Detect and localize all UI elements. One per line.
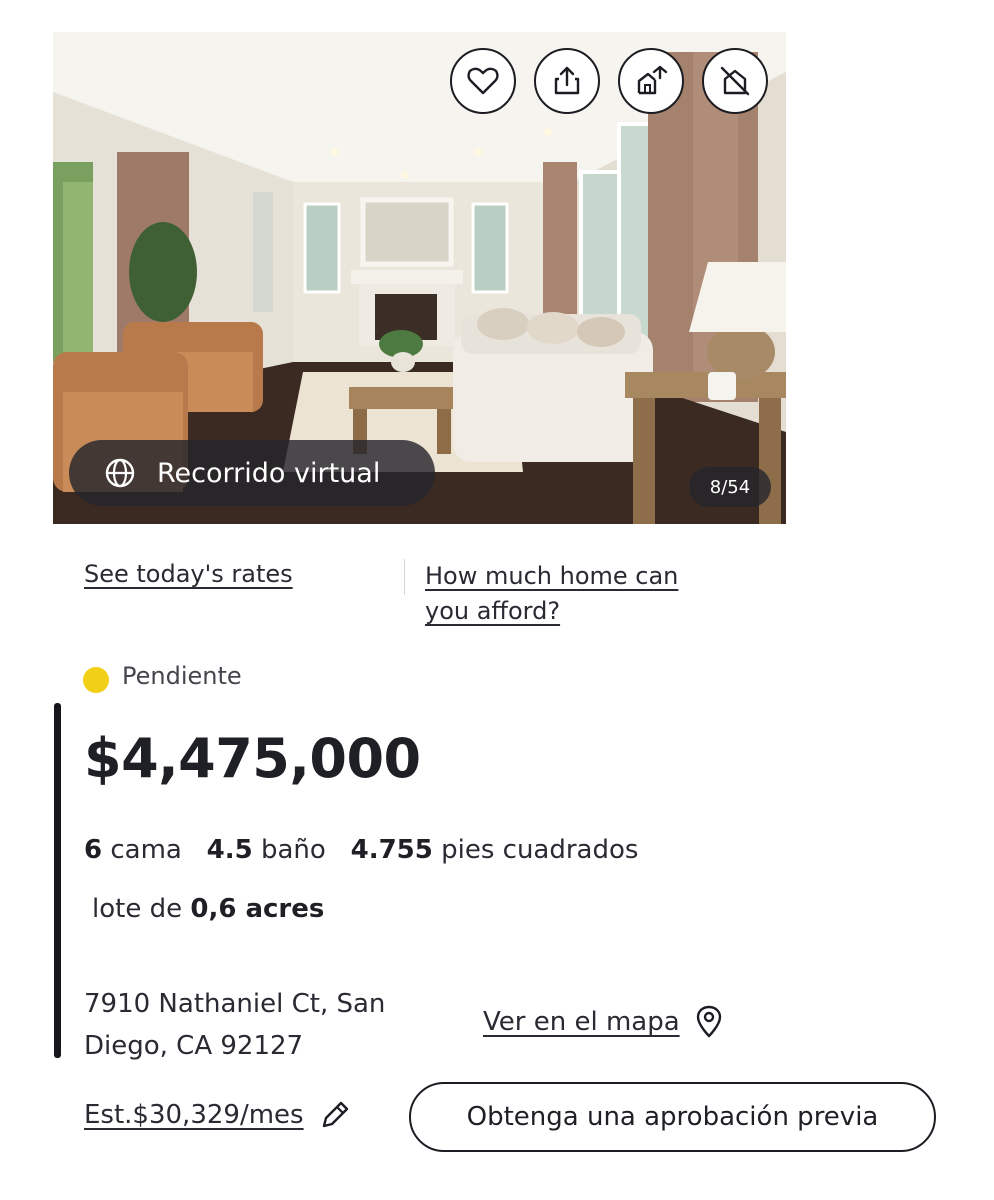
beds-label: cama (110, 835, 182, 865)
photo-counter: 8/54 (689, 467, 771, 507)
baths-value: 4.5 (206, 835, 253, 865)
affordability-link[interactable]: How much home can you afford? (425, 559, 678, 629)
pencil-icon (322, 1101, 348, 1128)
heart-icon (467, 67, 499, 95)
listing-address: 7910 Nathaniel Ct, San Diego, CA 92127 (84, 983, 434, 1067)
share-icon (554, 66, 580, 95)
highlight-bar (54, 703, 61, 1058)
lot-value: 0,6 acres (190, 894, 325, 924)
home-swap-icon (637, 65, 668, 95)
compare-home-button[interactable] (618, 48, 684, 114)
virtual-tour-button[interactable]: Recorrido virtual (69, 440, 435, 506)
affordability-link-line1: How much home can (425, 562, 679, 590)
address-line1: 7910 Nathaniel Ct, San (84, 989, 386, 1019)
map-pin-icon (696, 1005, 721, 1038)
todays-rates-link[interactable]: See today's rates (84, 560, 293, 588)
favorite-button[interactable] (450, 48, 516, 114)
sqft-label: pies cuadrados (441, 835, 639, 865)
get-preapproved-button[interactable]: Obtenga una aprobación previa (409, 1082, 936, 1152)
share-button[interactable] (534, 48, 600, 114)
listing-photo[interactable]: Recorrido virtual 8/54 (53, 32, 786, 524)
home-facts: 6 cama 4.5 baño 4.755 pies cuadrados (84, 835, 638, 865)
lot-prefix: lote de (92, 894, 183, 924)
monthly-estimate-label: Est.$30,329/mes (84, 1100, 304, 1130)
globe-icon (105, 458, 135, 488)
affordability-link-line2: you afford? (425, 597, 561, 625)
hide-icon (720, 66, 750, 96)
baths-label: baño (260, 835, 326, 865)
virtual-tour-label: Recorrido virtual (157, 457, 381, 489)
lot-size: lote de 0,6 acres (92, 894, 324, 924)
sqft-value: 4.755 (350, 835, 433, 865)
view-on-map-label: Ver en el mapa (483, 1007, 680, 1037)
status-dot (83, 667, 109, 693)
status-label: Pendiente (122, 662, 242, 690)
address-line2: Diego, CA 92127 (84, 1031, 304, 1061)
beds-value: 6 (84, 835, 103, 865)
hide-listing-button[interactable] (702, 48, 768, 114)
view-on-map-link[interactable]: Ver en el mapa (483, 1005, 724, 1039)
monthly-estimate-link[interactable]: Est.$30,329/mes (84, 1098, 352, 1132)
link-divider (404, 559, 405, 595)
listing-price: $4,475,000 (84, 727, 421, 790)
